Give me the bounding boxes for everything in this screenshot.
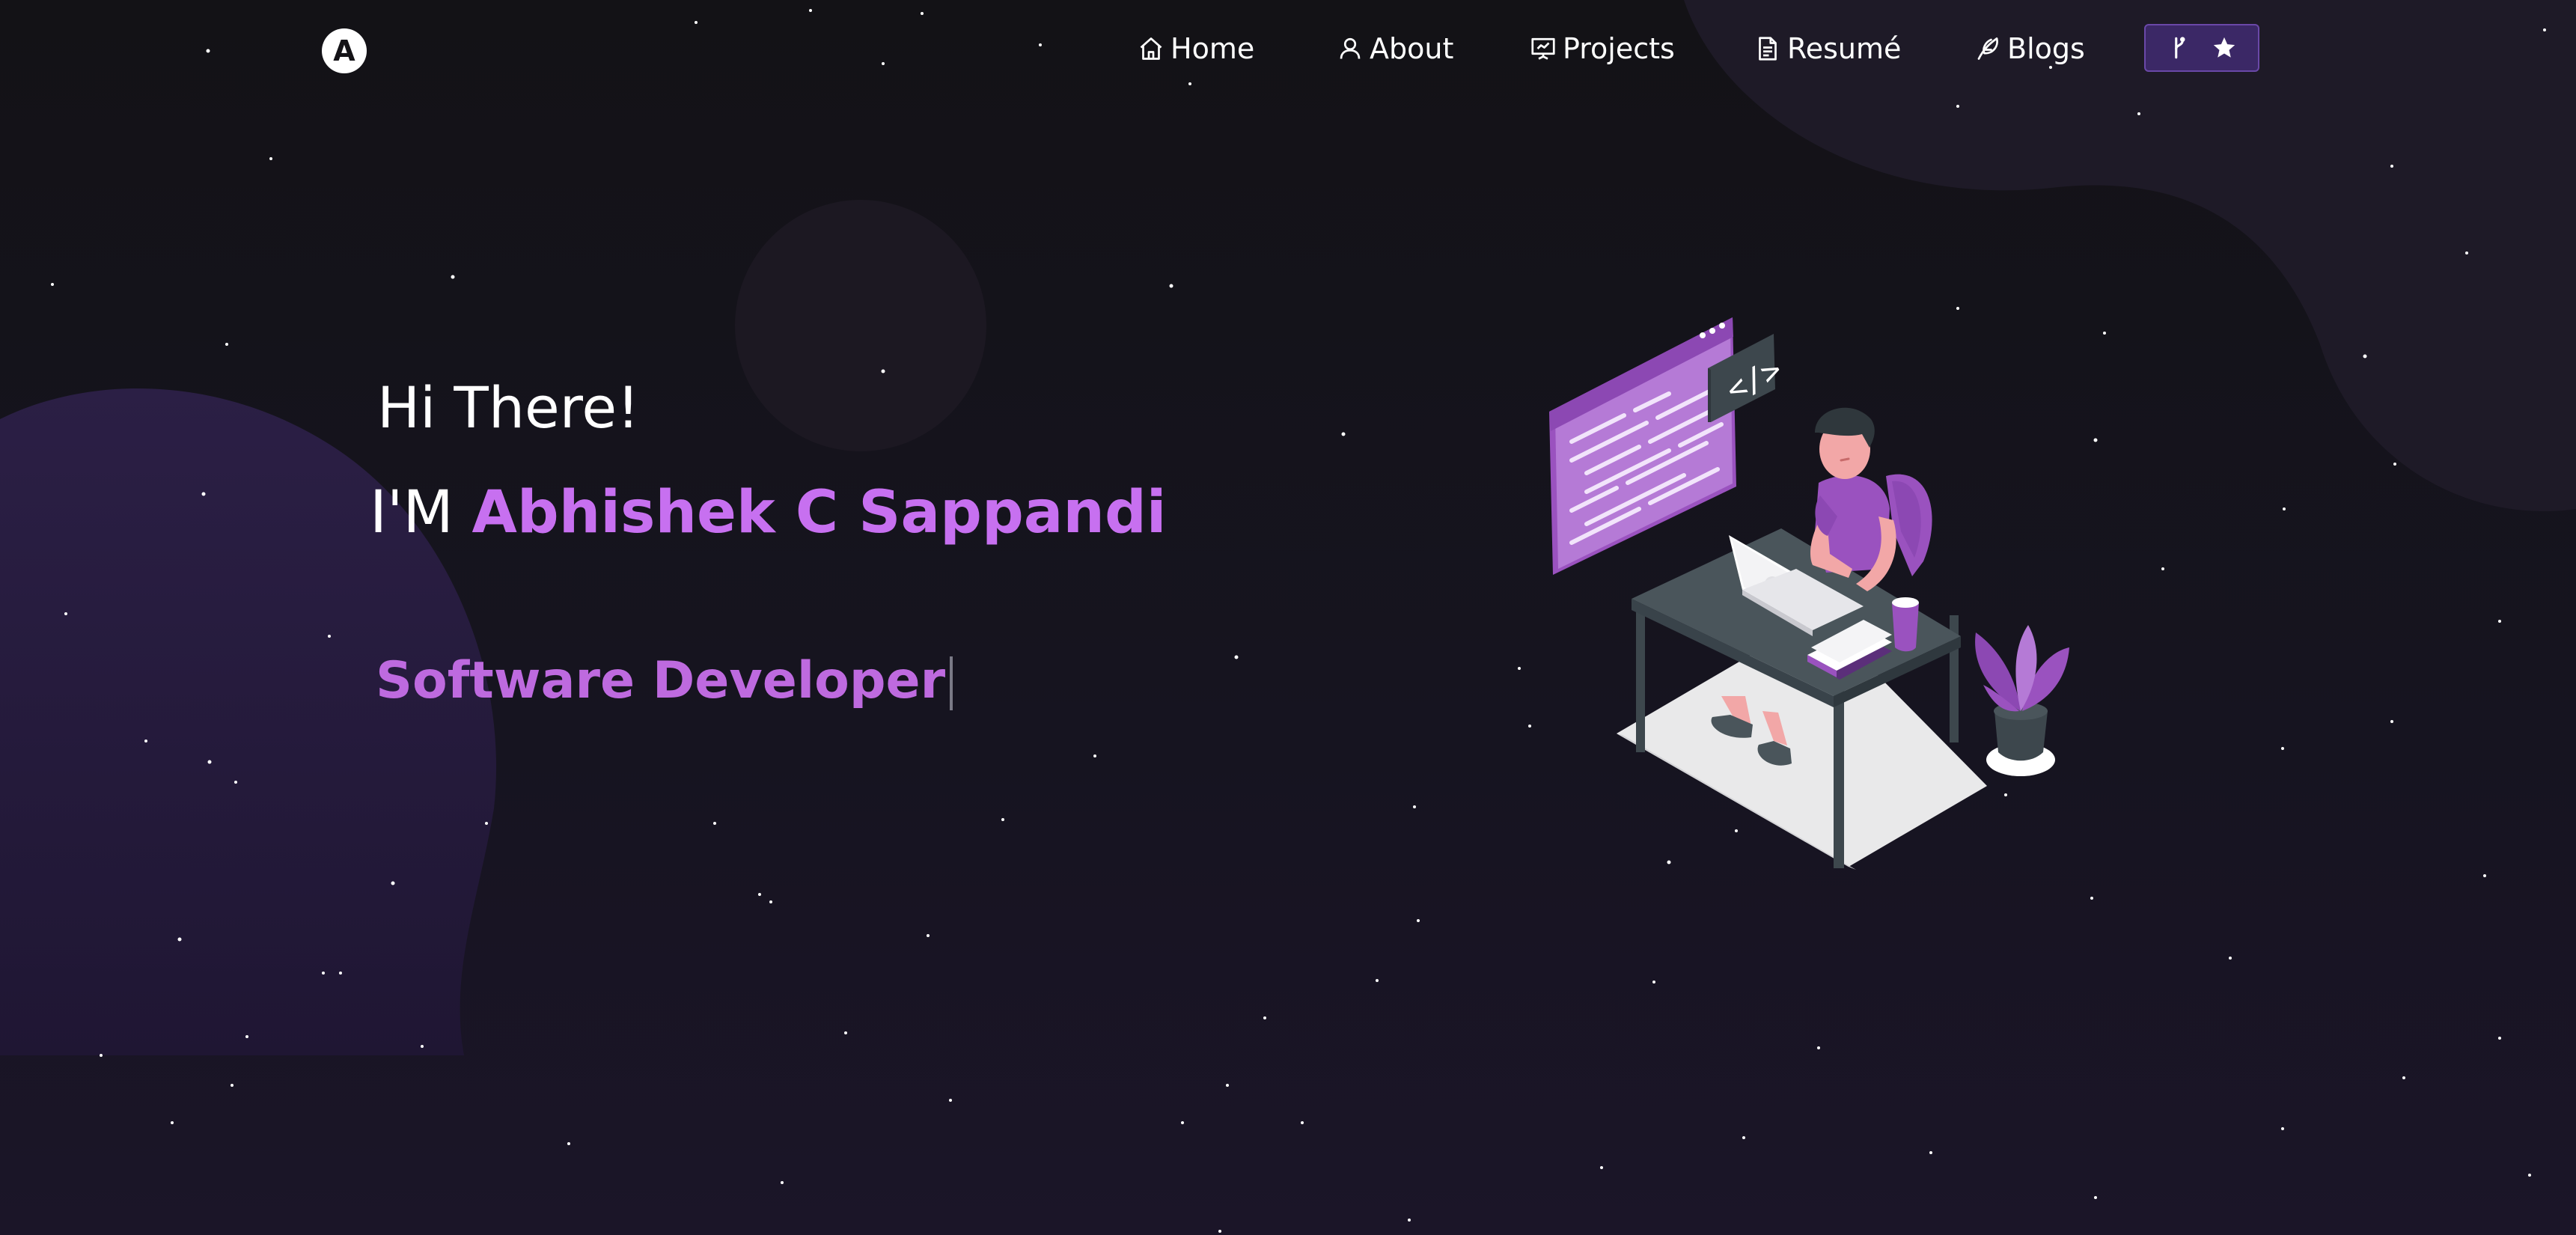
nav-item-about-label: About (1370, 32, 1454, 65)
home-icon (1140, 37, 1162, 60)
developer-illustration: </> (1549, 317, 2069, 870)
hero-intro-prefix: I'M (370, 479, 472, 546)
hero-greeting: Hi There! (377, 374, 640, 441)
git-fork-icon (2175, 37, 2185, 59)
top-navbar: A Home About Projects Resumé Blogs (0, 0, 2576, 101)
presentation-icon (1531, 37, 1555, 60)
nav-item-about[interactable]: About (1337, 28, 1453, 69)
nav-item-projects[interactable]: Projects (1530, 28, 1675, 69)
typewriter-cursor (950, 656, 953, 711)
hero-role: Software Developer (376, 651, 953, 711)
nav-item-home[interactable]: Home (1138, 28, 1254, 69)
logo-letter: A (333, 34, 355, 67)
code-window-panel (1549, 317, 1736, 575)
nav-item-resume[interactable]: Resumé (1754, 28, 1901, 69)
typewriter-text: Software Developer (376, 651, 946, 710)
nav-item-projects-label: Projects (1563, 32, 1675, 65)
document-icon (1759, 37, 1777, 61)
hero-name: Abhishek C Sappandi (471, 479, 1167, 546)
nav-item-home-label: Home (1171, 32, 1255, 65)
nav-item-resume-label: Resumé (1787, 32, 1902, 65)
feather-icon (1977, 37, 1998, 60)
hero-intro: I'M Abhishek C Sappandi (370, 479, 1167, 546)
logo-icon[interactable]: A (322, 28, 367, 73)
starry-background (0, 0, 2576, 1235)
github-fork-star-button[interactable] (2144, 24, 2259, 72)
nav-item-blogs[interactable]: Blogs (1974, 28, 2085, 69)
user-icon (1340, 37, 1361, 59)
nav-item-blogs-label: Blogs (2007, 32, 2085, 65)
star-icon (2213, 37, 2235, 58)
